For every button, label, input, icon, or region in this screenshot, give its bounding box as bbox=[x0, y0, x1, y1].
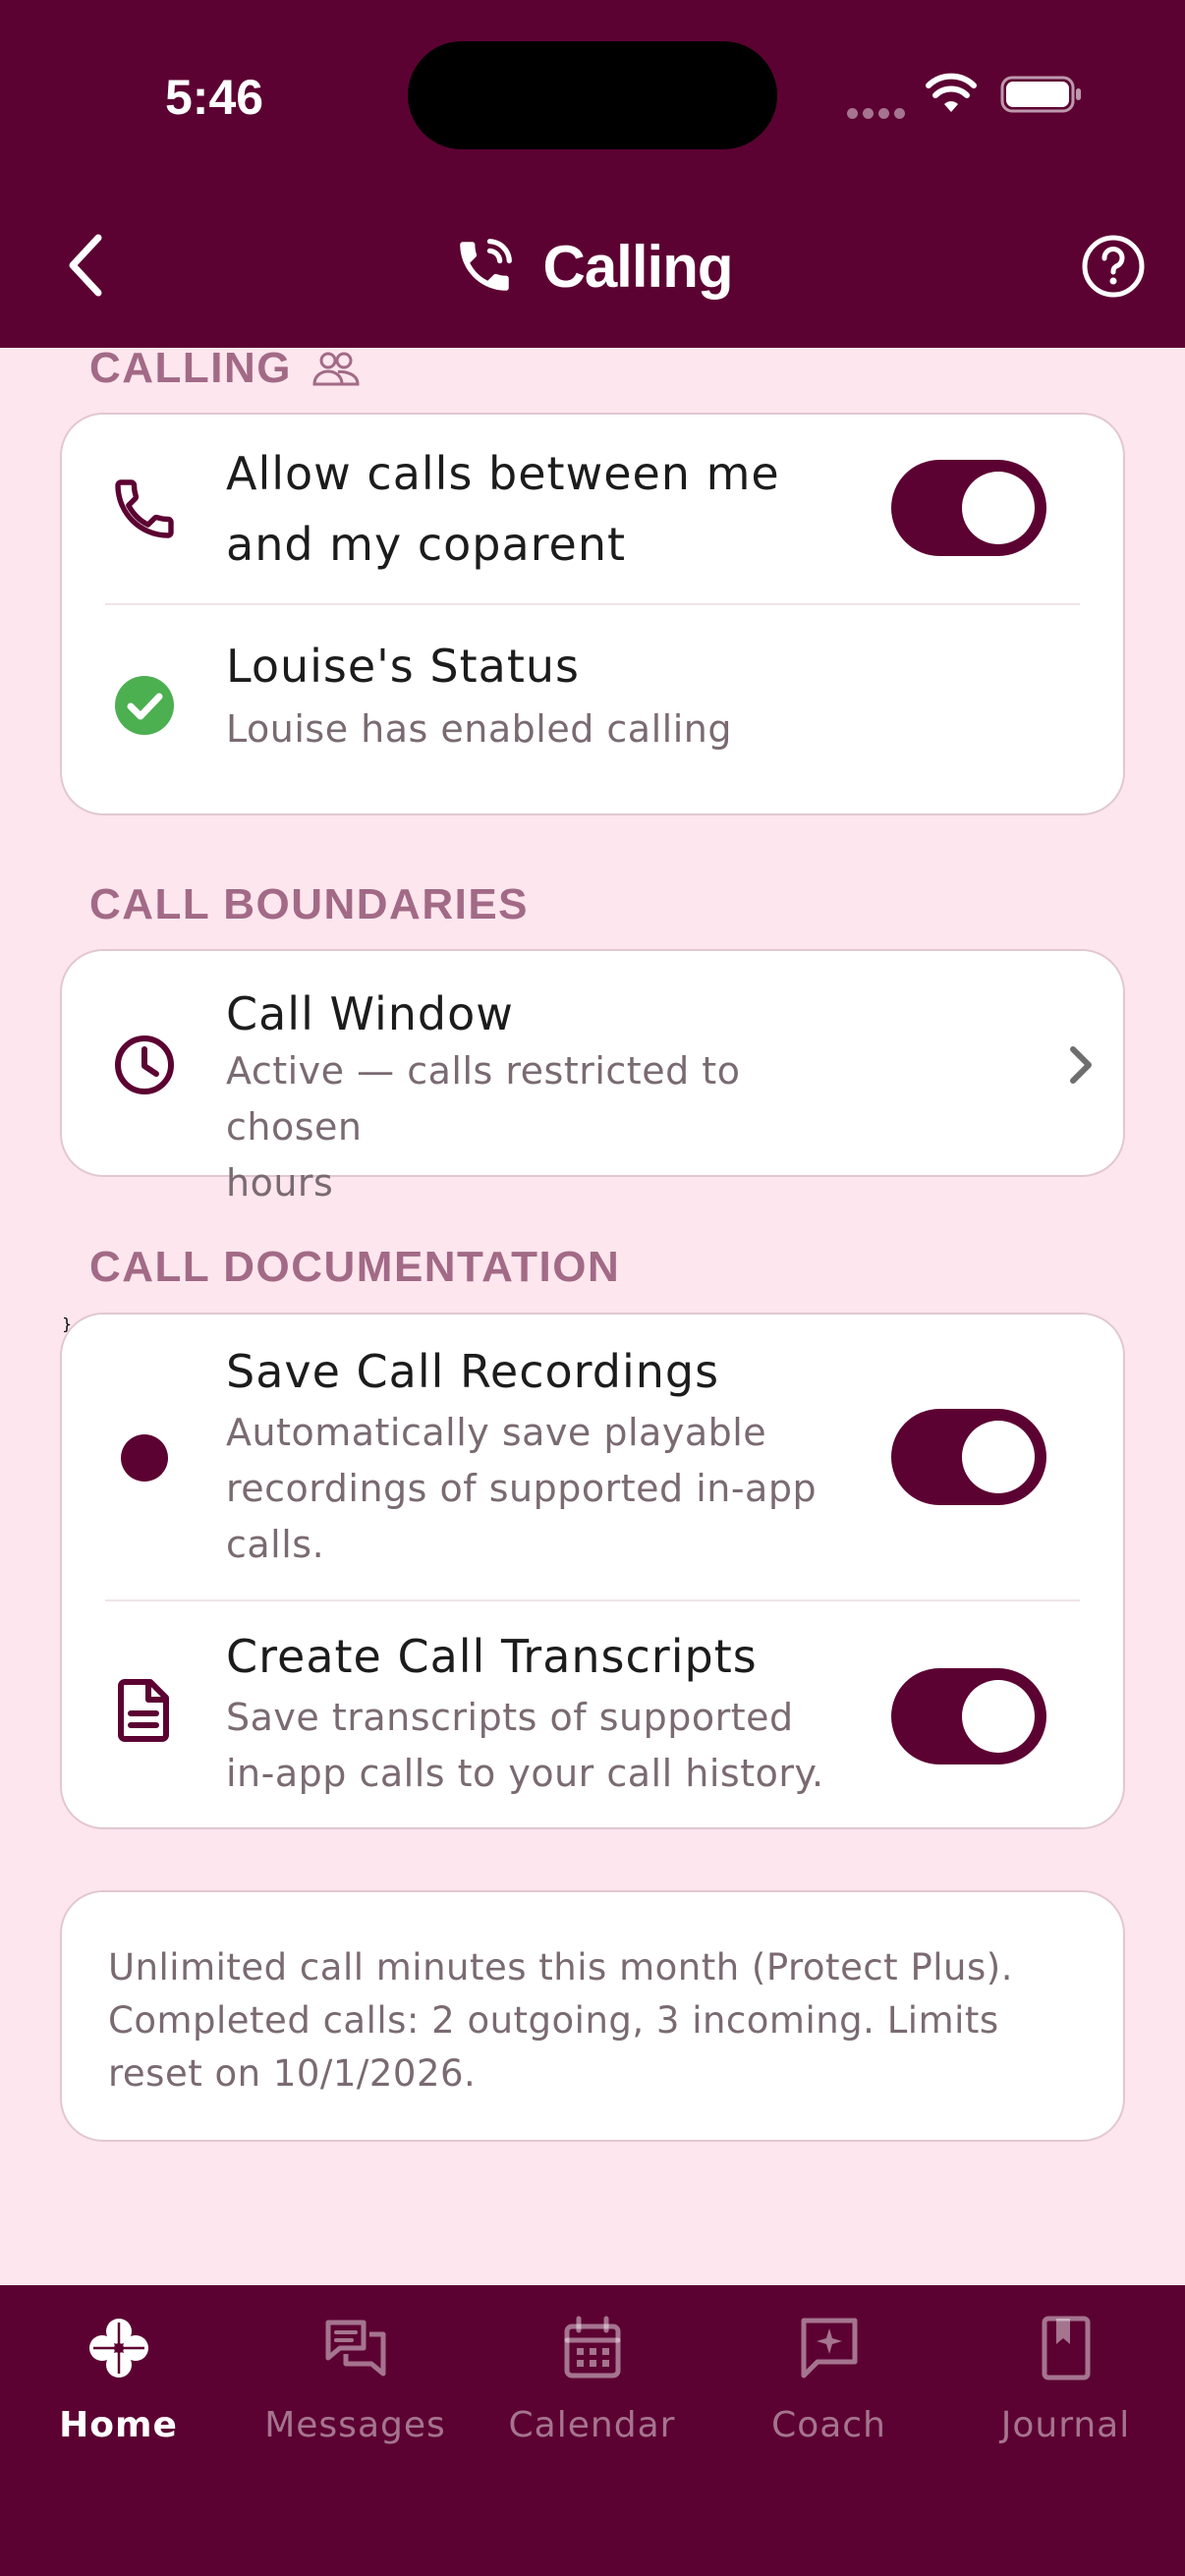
record-dot-icon bbox=[121, 1434, 168, 1482]
calling-settings-screen: 5:46 Calling CALLING Allow calls between… bbox=[0, 0, 1185, 2576]
messages-icon bbox=[325, 2320, 385, 2377]
transcripts-subtitle-line2: in-app calls to your call history. bbox=[226, 1752, 824, 1795]
recordings-subtitle-line2: recordings of supported in-app bbox=[226, 1467, 818, 1510]
journal-bookmark-icon bbox=[1042, 2316, 1090, 2380]
battery-icon bbox=[1000, 76, 1081, 113]
chevron-right-icon bbox=[1070, 1046, 1092, 1084]
nav-label-journal: Journal bbox=[1000, 2405, 1131, 2445]
usage-info-line3: reset on 10/1/2026. bbox=[108, 2052, 477, 2095]
nav-label-messages: Messages bbox=[264, 2405, 446, 2445]
calendar-icon bbox=[564, 2316, 620, 2379]
clock-icon bbox=[115, 1036, 174, 1094]
allow-calls-label-line1: Allow calls between me bbox=[226, 447, 780, 500]
coach-sparkle-icon bbox=[801, 2318, 857, 2379]
nav-label-home: Home bbox=[59, 2405, 178, 2445]
check-circle-icon bbox=[115, 676, 174, 735]
section-label-boundaries: CALL BOUNDARIES bbox=[89, 880, 530, 928]
allow-calls-row: Allow calls between me and my coparent bbox=[62, 415, 1123, 605]
app-header: 5:46 Calling bbox=[0, 0, 1185, 348]
transcripts-subtitle-line1: Save transcripts of supported bbox=[226, 1696, 794, 1739]
status-time: 5:46 bbox=[165, 70, 264, 125]
recordings-row: Save Call Recordings Automatically save … bbox=[62, 1315, 1123, 1599]
nav-label-calendar: Calendar bbox=[508, 2405, 676, 2445]
calling-card: Allow calls between me and my coparent L… bbox=[60, 413, 1125, 815]
toggle-knob bbox=[962, 1680, 1035, 1753]
coparent-status-row: Louise's Status Louise has enabled calli… bbox=[62, 605, 1123, 817]
recordings-title: Save Call Recordings bbox=[226, 1345, 720, 1398]
call-window-subtitle: Active — calls restricted to chosen hour… bbox=[226, 1043, 848, 1211]
transcripts-subtitle: Save transcripts of supported in-app cal… bbox=[226, 1690, 848, 1802]
call-window-card[interactable]: Call Window Active — calls restricted to… bbox=[60, 949, 1125, 1204]
recordings-subtitle-line1: Automatically save playable bbox=[226, 1411, 767, 1454]
nav-item-coach[interactable]: Coach bbox=[710, 2315, 947, 2445]
recordings-toggle[interactable] bbox=[891, 1409, 1046, 1505]
dynamic-island bbox=[408, 41, 777, 149]
toggle-knob bbox=[962, 1421, 1035, 1493]
allow-calls-toggle[interactable] bbox=[891, 460, 1046, 556]
call-window-subtitle-line2: hours bbox=[226, 1161, 334, 1204]
allow-calls-label-line2: and my coparent bbox=[226, 518, 627, 571]
allow-calls-label: Allow calls between me and my coparent bbox=[226, 438, 848, 580]
coparent-status-title: Louise's Status bbox=[226, 640, 580, 693]
bottom-nav: Home Messages Calendar Coach Journal bbox=[0, 2285, 1185, 2576]
header-title-group: Calling bbox=[0, 222, 1185, 310]
call-window-subtitle-line1: Active — calls restricted to chosen bbox=[226, 1049, 741, 1148]
transcripts-title: Create Call Transcripts bbox=[226, 1630, 758, 1683]
nav-item-journal[interactable]: Journal bbox=[947, 2315, 1184, 2445]
transcripts-row: Create Call Transcripts Save transcripts… bbox=[62, 1601, 1123, 1831]
recordings-subtitle-line3: calls. bbox=[226, 1523, 325, 1566]
status-indicators bbox=[847, 69, 1083, 119]
transcripts-toggle[interactable] bbox=[891, 1668, 1046, 1764]
usage-info-text: Unlimited call minutes this month (Prote… bbox=[108, 1941, 1091, 2100]
section-label-calling-text: CALLING bbox=[89, 344, 293, 392]
clover-icon bbox=[88, 2319, 148, 2378]
page-title: Calling bbox=[542, 233, 733, 300]
usage-info-line1: Unlimited call minutes this month (Prote… bbox=[108, 1946, 1013, 1988]
nav-label-coach: Coach bbox=[771, 2405, 886, 2445]
help-icon[interactable] bbox=[1081, 234, 1146, 299]
usage-info-card: Unlimited call minutes this month (Prote… bbox=[60, 1890, 1125, 2142]
people-icon bbox=[312, 352, 360, 386]
call-window-row[interactable]: Call Window Active — calls restricted to… bbox=[62, 951, 1123, 1204]
documentation-card: Save Call Recordings Automatically save … bbox=[60, 1313, 1125, 1829]
toggle-knob bbox=[962, 472, 1035, 544]
usage-info-line2: Completed calls: 2 outgoing, 3 incoming.… bbox=[108, 1999, 999, 2042]
section-label-calling: CALLING bbox=[89, 344, 361, 393]
phone-calling-icon bbox=[460, 239, 513, 291]
call-window-title: Call Window bbox=[226, 987, 514, 1040]
coparent-status-subtitle: Louise has enabled calling bbox=[226, 707, 732, 751]
phone-icon bbox=[115, 479, 174, 538]
nav-item-home[interactable]: Home bbox=[0, 2315, 237, 2445]
document-icon bbox=[118, 1679, 169, 1742]
section-label-documentation: CALL DOCUMENTATION bbox=[89, 1243, 621, 1291]
nav-item-calendar[interactable]: Calendar bbox=[474, 2315, 710, 2445]
nav-item-messages[interactable]: Messages bbox=[237, 2315, 474, 2445]
recordings-subtitle: Automatically save playable recordings o… bbox=[226, 1405, 848, 1573]
wifi-icon bbox=[926, 73, 977, 112]
cellular-signal-icon bbox=[847, 104, 910, 123]
